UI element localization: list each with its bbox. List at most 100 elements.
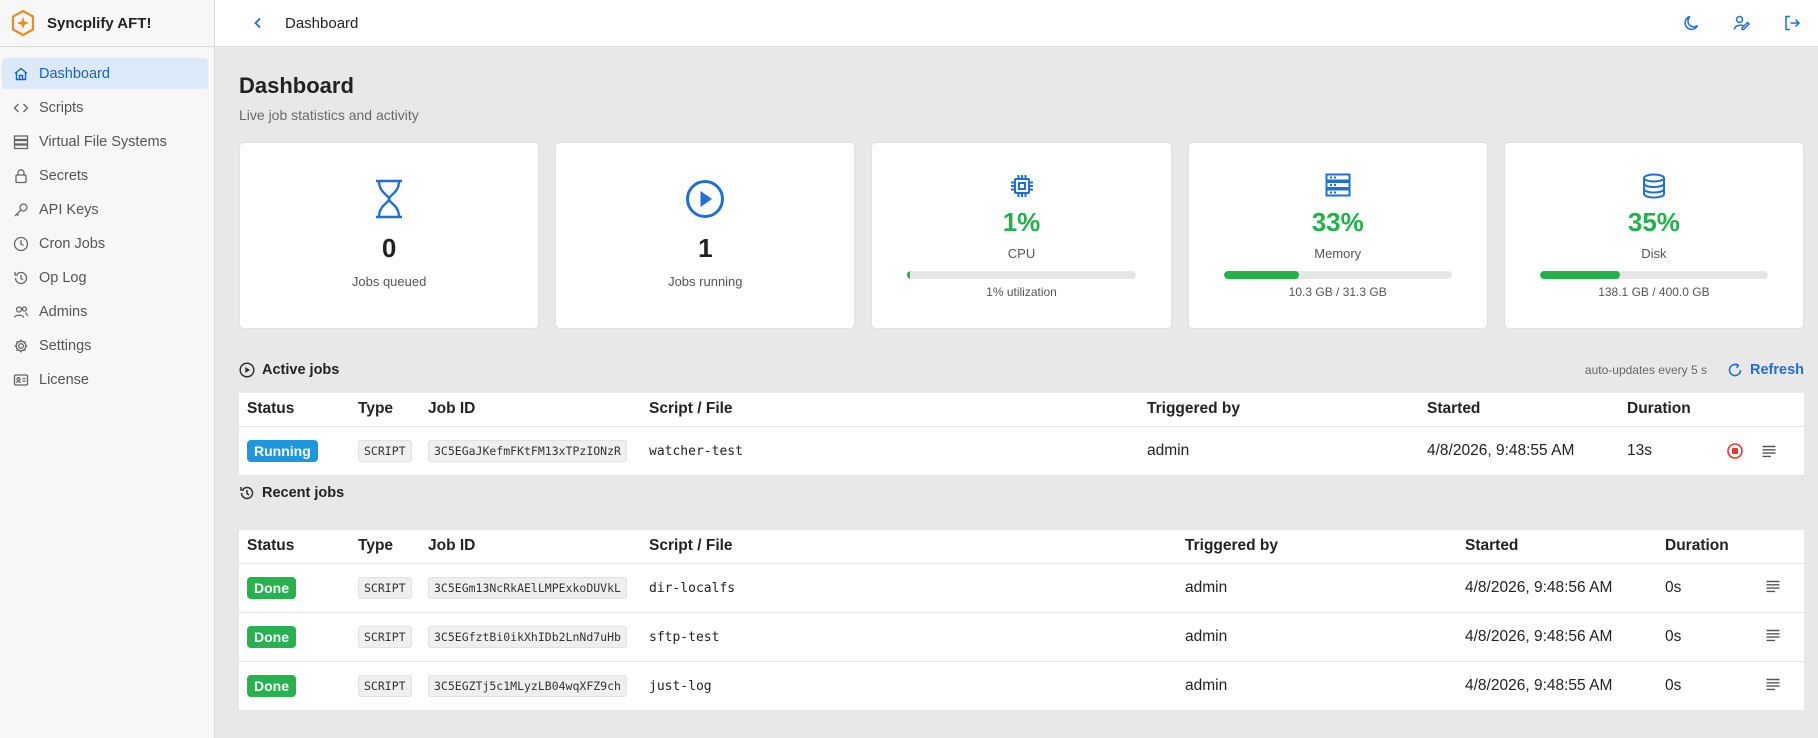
cpu-label: CPU	[1007, 246, 1036, 261]
refresh-button[interactable]: Refresh	[1727, 362, 1804, 378]
history-icon	[12, 269, 30, 287]
database-icon	[1505, 173, 1803, 199]
sidebar-item-op-log[interactable]: Op Log	[2, 262, 208, 293]
play-circle-icon	[239, 362, 255, 378]
column-header-actions	[1755, 530, 1804, 564]
page-subtitle: Live job statistics and activity	[239, 107, 419, 123]
started-time: 4/8/2026, 9:48:55 AM	[1457, 661, 1657, 711]
hourglass-icon	[240, 179, 538, 219]
sidebar-item-label: Settings	[39, 337, 92, 354]
jobs-running-value: 1	[698, 233, 713, 263]
logout-button[interactable]	[1780, 11, 1804, 35]
sidebar: Syncplify AFT! Dashboard Scripts Virtual…	[0, 0, 215, 738]
triggered-by: admin	[1139, 426, 1419, 476]
job-id: 3C5EGaJKefmFKtFM13xTPzIONzR	[428, 439, 627, 462]
log-lines-icon	[1766, 580, 1780, 593]
sidebar-item-label: Secrets	[39, 167, 89, 184]
column-header-started[interactable]: Started	[1457, 530, 1657, 564]
status-badge: Running	[247, 439, 318, 462]
main-content: Dashboard Live job statistics and activi…	[215, 47, 1818, 738]
table-row: Done SCRIPT 3C5EGfztBi0ikXhIDb2LnNd7uHb …	[239, 612, 1804, 662]
column-header-job-id[interactable]: Job ID	[420, 393, 641, 427]
triggered-by: admin	[1177, 563, 1457, 613]
profile-button[interactable]	[1730, 11, 1754, 35]
view-log-button[interactable]	[1763, 674, 1783, 694]
started-time: 4/8/2026, 9:48:55 AM	[1419, 426, 1619, 476]
sidebar-item-license[interactable]: License	[2, 364, 208, 395]
sidebar-item-virtual-file-systems[interactable]: Virtual File Systems	[2, 126, 208, 157]
started-time: 4/8/2026, 9:48:56 AM	[1457, 563, 1657, 613]
column-header-started[interactable]: Started	[1419, 393, 1619, 427]
status-badge: Done	[247, 674, 296, 697]
column-header-job-id[interactable]: Job ID	[420, 530, 641, 564]
jobs-running-card: 1 Jobs running	[555, 142, 856, 329]
view-log-button[interactable]	[1763, 625, 1783, 645]
disk-label: Disk	[1641, 246, 1667, 261]
chevron-left-icon	[254, 17, 261, 29]
duration: 13s	[1619, 426, 1717, 476]
table-row: Done SCRIPT 3C5EGm13NcRkAElLMPExkoDUVkL …	[239, 563, 1804, 613]
sidebar-item-admins[interactable]: Admins	[2, 296, 208, 327]
column-header-status[interactable]: Status	[239, 530, 350, 564]
job-type: SCRIPT	[358, 625, 412, 648]
stop-job-button[interactable]	[1725, 441, 1745, 461]
brand[interactable]: Syncplify AFT!	[0, 0, 214, 47]
sidebar-item-cron-jobs[interactable]: Cron Jobs	[2, 228, 208, 259]
job-type: SCRIPT	[358, 439, 412, 462]
sidebar-item-label: License	[39, 371, 89, 388]
sidebar-item-dashboard[interactable]: Dashboard	[2, 58, 208, 89]
sidebar-item-scripts[interactable]: Scripts	[2, 92, 208, 123]
column-header-duration[interactable]: Duration	[1619, 393, 1717, 427]
job-id: 3C5EGZTj5c1MLyzLB04wqXFZ9ch	[428, 674, 627, 697]
job-type: SCRIPT	[358, 674, 412, 697]
cpu-chip-icon	[872, 173, 1170, 199]
column-header-triggered-by[interactable]: Triggered by	[1177, 530, 1457, 564]
memory-percent: 33%	[1311, 207, 1364, 237]
log-lines-icon	[1766, 629, 1780, 642]
duration: 0s	[1657, 661, 1755, 711]
jobs-queued-label: Jobs queued	[351, 274, 427, 289]
column-header-type[interactable]: Type	[350, 530, 420, 564]
column-header-type[interactable]: Type	[350, 393, 420, 427]
sidebar-item-settings[interactable]: Settings	[2, 330, 208, 361]
play-circle-icon	[556, 179, 854, 219]
theme-toggle-button[interactable]	[1680, 11, 1704, 35]
log-lines-icon	[1766, 678, 1780, 691]
column-header-triggered-by[interactable]: Triggered by	[1139, 393, 1419, 427]
active-jobs-header: Active jobs auto-updates every 5 s Refre…	[239, 359, 1804, 381]
sidebar-item-label: Op Log	[39, 269, 87, 286]
users-icon	[12, 303, 30, 321]
column-header-status[interactable]: Status	[239, 393, 350, 427]
column-header-script[interactable]: Script / File	[641, 393, 1139, 427]
duration: 0s	[1657, 563, 1755, 613]
active-jobs-title: Active jobs	[262, 362, 340, 378]
memory-icon	[1189, 173, 1487, 197]
sidebar-item-label: Scripts	[39, 99, 84, 116]
page-title: Dashboard	[239, 73, 354, 98]
cpu-progress-fill	[907, 271, 910, 279]
sidebar-item-secrets[interactable]: Secrets	[2, 160, 208, 191]
topbar-actions	[1680, 11, 1804, 35]
sidebar-item-api-keys[interactable]: API Keys	[2, 194, 208, 225]
view-log-button[interactable]	[1759, 441, 1779, 461]
recent-jobs-title: Recent jobs	[262, 485, 345, 501]
back-button[interactable]	[247, 12, 269, 34]
refresh-icon	[1727, 362, 1743, 378]
disk-progress-bar	[1539, 271, 1769, 279]
view-log-button[interactable]	[1763, 576, 1783, 596]
sidebar-item-label: Virtual File Systems	[39, 133, 167, 150]
id-card-icon	[12, 371, 30, 389]
column-header-duration[interactable]: Duration	[1657, 530, 1755, 564]
memory-label: Memory	[1314, 246, 1362, 261]
logout-icon	[1785, 15, 1801, 31]
script-name: sftp-test	[649, 629, 720, 645]
memory-card: 33% Memory 10.3 GB / 31.3 GB	[1187, 142, 1488, 329]
app-name: Syncplify AFT!	[47, 14, 152, 32]
active-jobs-controls: auto-updates every 5 s Refresh	[1585, 362, 1804, 378]
column-header-script[interactable]: Script / File	[641, 530, 1177, 564]
lock-icon	[12, 167, 30, 185]
memory-usage-text: 10.3 GB / 31.3 GB	[1288, 285, 1387, 299]
memory-progress-bar	[1223, 271, 1452, 279]
job-id: 3C5EGfztBi0ikXhIDb2LnNd7uHb	[428, 625, 627, 648]
table-row: Done SCRIPT 3C5EGZTj5c1MLyzLB04wqXFZ9ch …	[239, 661, 1804, 711]
